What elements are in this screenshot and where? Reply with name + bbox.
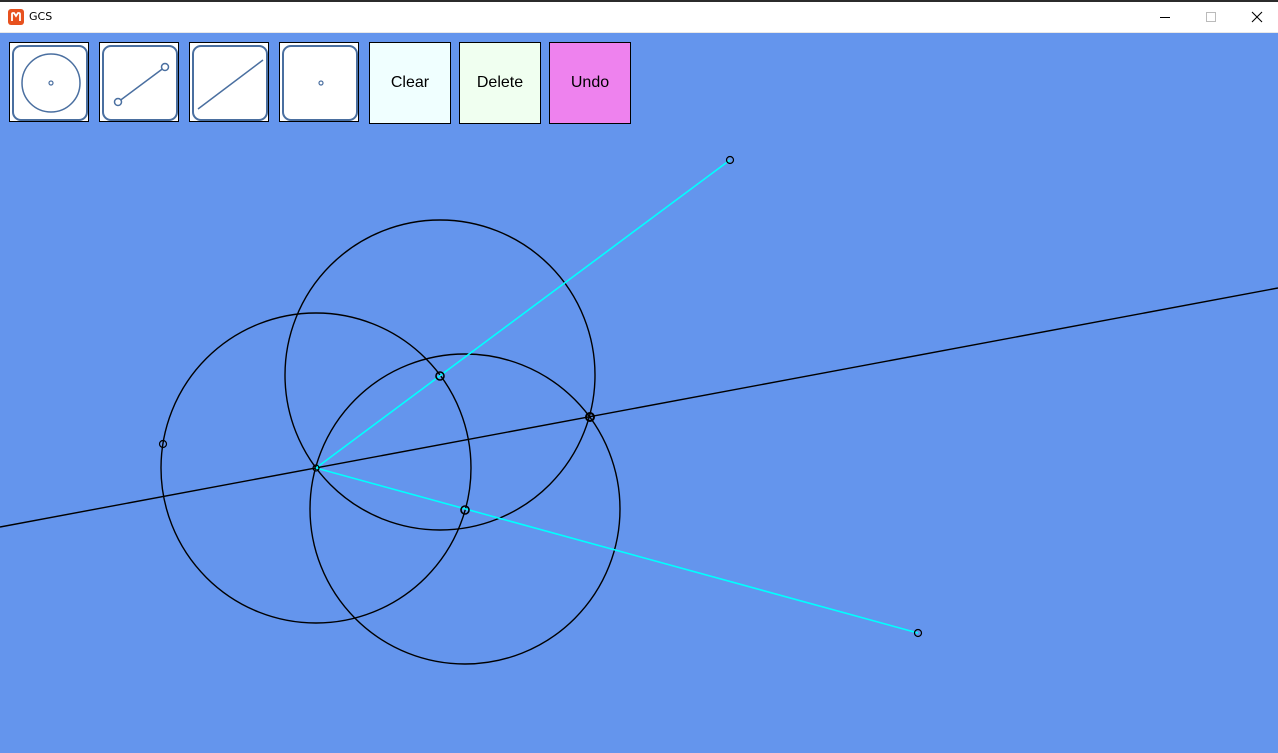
close-icon	[1251, 11, 1263, 23]
clear-button[interactable]: Clear	[369, 42, 451, 124]
geometry-canvas[interactable]: Clear Delete Undo	[0, 33, 1278, 753]
segment-upper[interactable]	[315, 159, 731, 469]
window-title: GCS	[29, 10, 53, 23]
circle-with-center-icon	[21, 53, 81, 113]
line-icon	[197, 59, 264, 110]
maximize-button[interactable]	[1187, 2, 1233, 33]
point-icon	[318, 80, 324, 86]
minimize-button[interactable]	[1141, 2, 1187, 33]
point-tool-button[interactable]	[279, 42, 359, 122]
construction-drawing[interactable]	[0, 33, 1278, 753]
minimize-icon	[1160, 17, 1170, 18]
close-button[interactable]	[1232, 2, 1278, 33]
title-bar[interactable]: GCS	[0, 2, 1278, 33]
segment-lower[interactable]	[315, 467, 919, 634]
delete-button[interactable]: Delete	[459, 42, 541, 124]
maximize-icon	[1206, 12, 1216, 22]
segment-tool-button[interactable]	[99, 42, 179, 122]
segment-icon	[113, 62, 170, 107]
line-tool-button[interactable]	[189, 42, 269, 122]
construction-line[interactable]	[0, 287, 1278, 528]
circle-tool-button[interactable]	[9, 42, 89, 122]
app-logo-icon	[8, 9, 24, 25]
undo-button[interactable]: Undo	[549, 42, 631, 124]
